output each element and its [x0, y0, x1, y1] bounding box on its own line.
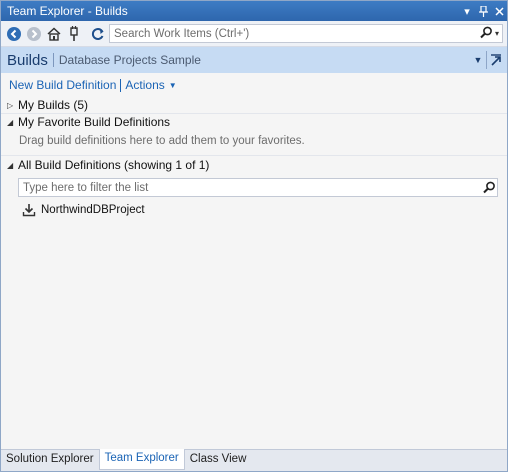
- expand-icon[interactable]: ▷: [7, 101, 18, 110]
- tab-team-explorer[interactable]: Team Explorer: [98, 449, 185, 470]
- forward-icon[interactable]: [25, 25, 43, 43]
- section-favorites[interactable]: ◢ My Favorite Build Definitions: [1, 114, 507, 130]
- undock-icon[interactable]: [486, 51, 504, 69]
- link-divider: [120, 78, 122, 92]
- section-my-builds-label: My Builds (5): [18, 98, 89, 112]
- bottom-tab-bar: Solution Explorer Team Explorer Class Vi…: [1, 449, 507, 471]
- action-links: New Build Definition Actions ▼: [9, 78, 177, 92]
- tab-class-view[interactable]: Class View: [185, 450, 252, 470]
- search-dropdown-icon[interactable]: ▾: [495, 29, 499, 38]
- search-placeholder: Search Work Items (Ctrl+'): [114, 27, 250, 40]
- collapse-icon[interactable]: ◢: [7, 118, 18, 127]
- page-dropdown-icon[interactable]: ▼: [470, 55, 486, 65]
- new-build-definition-link[interactable]: New Build Definition: [9, 78, 116, 92]
- refresh-icon[interactable]: [89, 25, 107, 43]
- filter-placeholder: Type here to filter the list: [23, 181, 149, 194]
- section-all-definitions-label: All Build Definitions (showing 1 of 1): [18, 158, 210, 172]
- build-definition-name: NorthwindDBProject: [41, 204, 145, 216]
- search-icon[interactable]: [480, 26, 493, 42]
- pin-icon[interactable]: [475, 2, 491, 20]
- toolbar: Search Work Items (Ctrl+') ▾: [1, 21, 507, 47]
- actions-menu-link[interactable]: Actions: [125, 78, 164, 92]
- window-menu-icon[interactable]: ▾: [459, 2, 475, 20]
- project-name: Database Projects Sample: [58, 53, 201, 67]
- divider: [1, 155, 507, 156]
- build-definition-item[interactable]: NorthwindDBProject: [21, 202, 145, 218]
- connect-icon[interactable]: [65, 25, 83, 43]
- close-icon[interactable]: [491, 2, 507, 20]
- back-icon[interactable]: [5, 25, 23, 43]
- actions-dropdown-icon[interactable]: ▼: [169, 81, 177, 90]
- section-my-builds[interactable]: ▷ My Builds (5): [1, 97, 507, 113]
- window-title: Team Explorer - Builds: [7, 4, 128, 18]
- tab-solution-explorer[interactable]: Solution Explorer: [1, 450, 99, 470]
- page-header: Builds Database Projects Sample ▼: [1, 47, 507, 73]
- favorites-hint: Drag build definitions here to add them …: [19, 135, 305, 147]
- filter-input[interactable]: Type here to filter the list: [18, 178, 498, 197]
- team-explorer-window: Team Explorer - Builds ▾ Search Work Ite…: [0, 0, 508, 472]
- home-icon[interactable]: [45, 25, 63, 43]
- build-definition-icon: [21, 202, 37, 218]
- collapse-icon[interactable]: ◢: [7, 161, 18, 170]
- title-bar: Team Explorer - Builds ▾: [1, 1, 507, 21]
- page-title: Builds: [7, 51, 48, 69]
- search-work-items-input[interactable]: Search Work Items (Ctrl+') ▾: [109, 24, 503, 43]
- search-icon[interactable]: [481, 181, 497, 194]
- section-favorites-label: My Favorite Build Definitions: [18, 115, 171, 129]
- header-divider: [52, 53, 54, 67]
- section-all-definitions[interactable]: ◢ All Build Definitions (showing 1 of 1): [1, 157, 507, 173]
